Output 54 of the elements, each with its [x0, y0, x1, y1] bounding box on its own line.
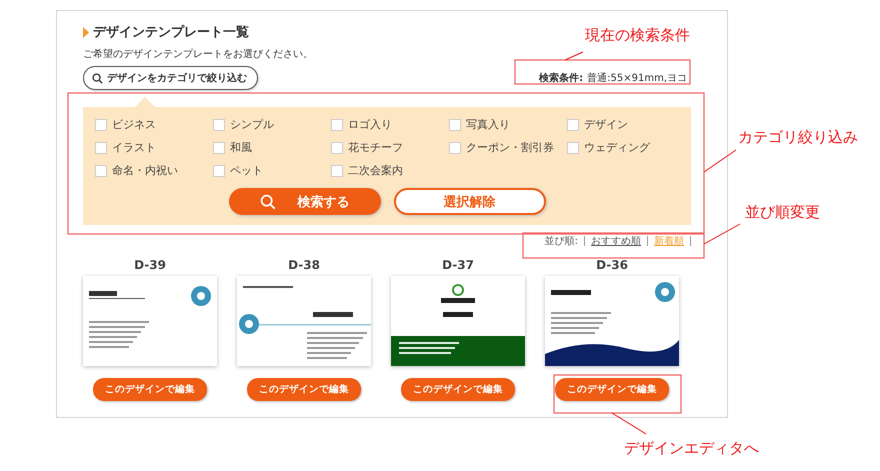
checkbox[interactable]	[567, 142, 579, 154]
checkbox[interactable]	[449, 142, 461, 154]
leader-line	[612, 412, 646, 434]
category-label: デザイン	[584, 117, 628, 132]
category-label: クーポン・割引券	[466, 140, 554, 155]
edit-design-button[interactable]: このデザインで編集	[555, 378, 669, 401]
category-label: 和風	[230, 140, 252, 155]
template-code: D-38	[288, 258, 320, 272]
section-title: デザインテンプレート一覧	[93, 24, 249, 41]
leader-line	[564, 52, 584, 60]
leader-line	[704, 150, 736, 172]
checkbox[interactable]	[213, 118, 225, 130]
annotation-label: 並び順変更	[745, 203, 820, 222]
leader-line	[704, 224, 740, 244]
checkbox[interactable]	[213, 164, 225, 176]
sort-option-link[interactable]: おすすめ順	[591, 234, 641, 248]
search-condition: 検索条件: 普通:55×91mm,ヨコ	[539, 72, 687, 85]
template-code: D-37	[442, 258, 474, 272]
category-label: ビジネス	[112, 117, 156, 132]
template-code: D-39	[134, 258, 166, 272]
edit-design-button[interactable]: このデザインで編集	[93, 378, 207, 401]
category-label: 写真入り	[466, 117, 510, 132]
category-label: シンプル	[230, 117, 274, 132]
category-label: 命名・内祝い	[112, 163, 178, 178]
checkbox[interactable]	[95, 118, 107, 130]
checkbox[interactable]	[213, 142, 225, 154]
checkbox[interactable]	[567, 118, 579, 130]
search-icon	[260, 194, 276, 210]
instruction-text: ご希望のデザインテンプレートをお選びください。	[83, 48, 313, 61]
category-label: ペット	[230, 163, 263, 178]
category-label: イラスト	[112, 140, 156, 155]
annotation-label: 現在の検索条件	[585, 26, 690, 45]
sort-label: 並び順:	[544, 235, 578, 248]
category-label: ウェディング	[584, 140, 650, 155]
triangle-icon	[83, 26, 89, 38]
checkbox[interactable]	[331, 164, 343, 176]
checkbox[interactable]	[331, 118, 343, 130]
category-label: 二次会案内	[348, 163, 403, 178]
category-label: ロゴ入り	[348, 117, 392, 132]
checkbox[interactable]	[331, 142, 343, 154]
checkbox[interactable]	[95, 142, 107, 154]
search-icon	[92, 72, 103, 84]
checkbox[interactable]	[449, 118, 461, 130]
annotation-label: デザインエディタへ	[624, 439, 759, 458]
checkbox[interactable]	[95, 164, 107, 176]
category-label: 花モチーフ	[348, 140, 403, 155]
edit-design-button[interactable]: このデザインで編集	[247, 378, 361, 401]
template-code: D-36	[596, 258, 628, 272]
annotation-label: カテゴリ絞り込み	[738, 128, 858, 147]
clear-selection-button[interactable]: 選択解除	[394, 188, 546, 215]
edit-design-button[interactable]: このデザインで編集	[401, 378, 515, 401]
category-filter-button[interactable]: デザインをカテゴリで絞り込む	[83, 66, 258, 90]
sort-option-link[interactable]: 新着順	[654, 234, 684, 248]
search-button[interactable]: 検索する	[228, 188, 380, 215]
